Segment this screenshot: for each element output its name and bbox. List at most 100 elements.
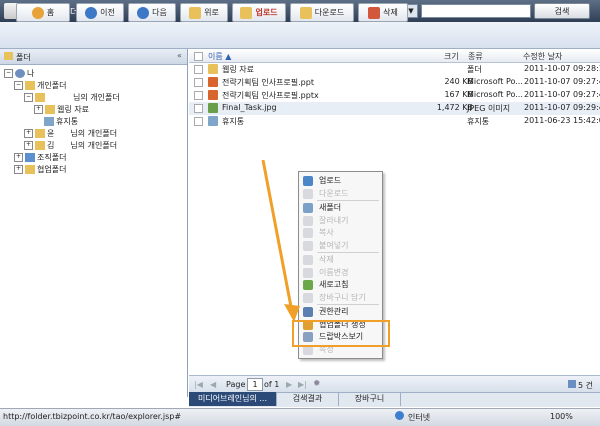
file-modified: 2011-10-07 09:29:42 xyxy=(524,103,600,112)
collapse-pane-icon[interactable]: « xyxy=(177,51,182,60)
expand-toggle-icon[interactable]: + xyxy=(24,141,33,150)
row-checkbox[interactable] xyxy=(194,65,203,74)
download-button[interactable]: 다운로드 xyxy=(290,3,354,22)
delete-button[interactable]: 삭제 xyxy=(358,3,408,22)
org-folder-icon xyxy=(25,153,35,162)
menu-item-icon xyxy=(303,176,313,186)
first-page-icon[interactable]: |◀ xyxy=(194,380,203,389)
collab-folder-icon xyxy=(25,165,35,174)
file-name: 웹링 자료 xyxy=(222,65,254,74)
collapse-toggle-icon[interactable]: − xyxy=(14,81,23,90)
select-all-checkbox[interactable] xyxy=(194,52,203,61)
row-checkbox[interactable] xyxy=(194,91,203,100)
back-button[interactable]: 이전 xyxy=(76,3,124,22)
menu-item-icon xyxy=(303,280,313,290)
tree-node-collab[interactable]: + 협업폴더 xyxy=(14,164,66,175)
annotation-highlight-box xyxy=(292,320,390,347)
file-type: 휴지통 xyxy=(467,117,490,126)
upload-label: 업로드 xyxy=(255,8,278,17)
file-row[interactable]: 웹링 자료 폴더 2011-10-07 09:28:13 xyxy=(189,63,600,76)
column-type[interactable]: 종류 xyxy=(468,51,483,62)
upload-button[interactable]: 업로드 xyxy=(232,3,286,22)
folder-icon xyxy=(45,105,55,114)
file-row[interactable]: 전략기획팀 인사프로필.ppt 240 KB Microsoft Po... 2011… xyxy=(189,76,600,89)
tree-node-label: 님의 개인폴더 xyxy=(73,93,120,102)
tree-node-label: 휴지통 xyxy=(56,117,79,126)
file-modified: 2011-10-07 09:27:49 xyxy=(524,77,600,86)
file-type: Microsoft Po... xyxy=(467,77,523,86)
file-modified: 2011-10-07 09:28:13 xyxy=(524,64,600,73)
tree-node-prefix: 윤 xyxy=(47,129,55,138)
next-page-icon[interactable]: ▶ xyxy=(286,380,292,389)
row-checkbox[interactable] xyxy=(194,117,203,126)
page-input[interactable]: 1 xyxy=(247,378,263,391)
expand-toggle-icon[interactable]: + xyxy=(14,165,23,174)
menu-item-icon xyxy=(303,267,313,278)
search-input[interactable] xyxy=(421,4,531,18)
tree-node-label: 개인폴더 xyxy=(37,81,67,90)
tree-node-label: 협업폴더 xyxy=(37,165,67,174)
tree-node-personal-user[interactable]: − 님의 개인폴더 xyxy=(24,92,120,103)
row-checkbox[interactable] xyxy=(194,104,203,113)
next-button[interactable]: 다음 xyxy=(128,3,176,22)
next-label: 다음 xyxy=(152,8,167,17)
folder-icon xyxy=(4,52,13,60)
menu-item-icon xyxy=(303,188,313,199)
row-checkbox[interactable] xyxy=(194,78,203,87)
tree-node-label: 조직폴더 xyxy=(37,153,67,162)
menu-item-label: 장바구니 담기 xyxy=(319,292,366,302)
page-total: of 1 xyxy=(264,380,280,389)
menu-item-icon xyxy=(303,255,313,265)
user-folder-icon xyxy=(35,93,45,102)
up-label: 위로 xyxy=(204,8,219,17)
tab-cart[interactable]: 장바구니 xyxy=(339,392,401,406)
tree-node-web-folder[interactable]: + 웹링 자료 xyxy=(34,104,89,115)
expand-toggle-icon[interactable]: + xyxy=(14,153,23,162)
zoom-level[interactable]: 100% xyxy=(550,412,573,421)
item-count-icon xyxy=(568,380,576,388)
column-modified[interactable]: 수정한 날자 xyxy=(523,51,562,62)
delete-icon xyxy=(368,6,381,19)
file-modified: 2011-06-23 15:42:07 xyxy=(524,116,600,125)
last-page-icon[interactable]: ▶| xyxy=(298,380,307,389)
context-menu-item[interactable]: 붙여넣기 xyxy=(299,239,382,253)
folder-icon xyxy=(25,81,35,90)
folder-up-icon xyxy=(189,6,202,19)
home-button[interactable]: 홈 xyxy=(16,3,70,22)
expand-toggle-icon[interactable]: + xyxy=(24,129,33,138)
file-type: Microsoft Po... xyxy=(467,90,523,99)
tree-node-trash[interactable]: 휴지통 xyxy=(44,116,78,127)
refresh-icon[interactable]: ✹ xyxy=(313,379,321,389)
tree-node-prefix: 김 xyxy=(47,141,55,150)
upload-icon xyxy=(240,6,253,19)
context-menu-item[interactable]: 다운로드 xyxy=(299,187,382,201)
tree-node-user3[interactable]: + 김 님의 개인폴더 xyxy=(24,140,117,151)
file-row[interactable]: 휴지통 휴지통 2011-06-23 15:42:07 xyxy=(189,115,600,128)
tree-node-personal[interactable]: − 개인폴더 xyxy=(14,80,66,91)
tab-search-results[interactable]: 검색결과 xyxy=(277,392,339,406)
tree-node-root[interactable]: − 나 xyxy=(4,68,34,79)
column-size[interactable]: 크기 xyxy=(444,51,459,62)
search-button[interactable]: 검색 xyxy=(534,3,590,19)
up-button[interactable]: 위로 xyxy=(180,3,228,22)
tree-node-user2[interactable]: + 윤 님의 개인폴더 xyxy=(24,128,117,139)
tree-node-org[interactable]: + 조직폴더 xyxy=(14,152,66,163)
tab-personal[interactable]: 미디어브레인님의 ... xyxy=(189,392,277,406)
tree-node-label: 님의 개인폴더 xyxy=(70,129,118,138)
file-row[interactable]: Final_Task.jpg 1,472 KB JPEG 이미지 2011-10-07… xyxy=(189,102,600,115)
ppt-file-icon xyxy=(208,77,218,87)
context-menu-item[interactable]: 장바구니 담기 xyxy=(299,291,382,305)
file-row[interactable]: 전략기획팀 인사프로필.pptx 167 KB Microsoft Po... 201… xyxy=(189,89,600,102)
prev-page-icon[interactable]: ◀ xyxy=(210,380,216,389)
collapse-toggle-icon[interactable]: − xyxy=(4,69,13,78)
column-name[interactable]: 이름 ▲ xyxy=(208,51,231,62)
collapse-toggle-icon[interactable]: − xyxy=(24,93,33,102)
delete-label: 삭제 xyxy=(383,8,398,17)
tree-node-label: 웹링 자료 xyxy=(57,105,89,114)
user-folder-icon xyxy=(35,141,45,150)
status-url: http://folder.tbizpoint.co.kr/tao/explor… xyxy=(3,412,182,421)
expand-toggle-icon[interactable]: + xyxy=(34,105,43,114)
forward-arrow-icon xyxy=(137,6,150,19)
file-name: Final_Task.jpg xyxy=(222,103,277,112)
tree-node-label: 님의 개인폴더 xyxy=(70,141,118,150)
